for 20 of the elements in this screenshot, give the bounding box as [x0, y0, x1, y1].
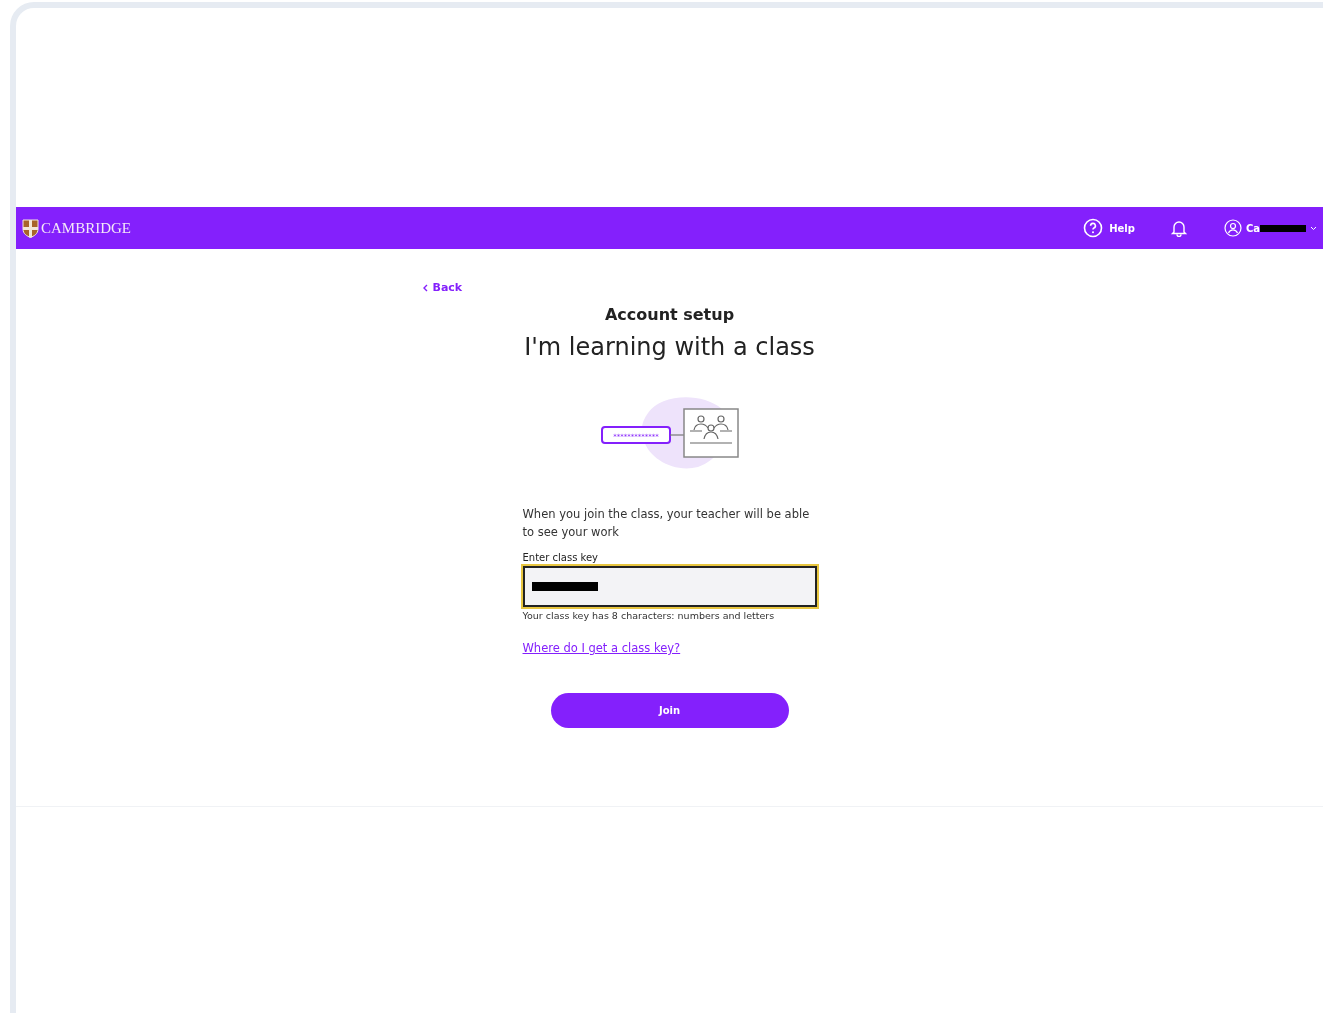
- bell-icon[interactable]: [1169, 219, 1188, 237]
- redaction-bar: [1260, 224, 1306, 232]
- page-title: I'm learning with a class: [524, 332, 815, 363]
- class-key-help-link[interactable]: Where do I get a class key?: [522, 640, 817, 658]
- field-hint: Your class key has 8 characters: numbers and letters: [522, 609, 776, 623]
- join-button[interactable]: Join: [550, 692, 789, 728]
- join-description: When you join the class, your teacher will be able to see your work: [522, 506, 811, 541]
- field-label: Enter class key: [522, 551, 600, 565]
- chevron-left-icon: [422, 284, 428, 292]
- help-icon: [1083, 218, 1104, 238]
- help-button[interactable]: Help: [1083, 218, 1135, 238]
- class-key-input[interactable]: [522, 566, 817, 607]
- redaction-bar: [531, 582, 598, 591]
- page-subtitle: Account setup: [604, 304, 735, 326]
- brand-name: CAMBRIDGE: [41, 218, 131, 238]
- back-link[interactable]: Back: [422, 279, 463, 297]
- user-icon: [1223, 219, 1242, 237]
- shield-logo-icon: [22, 218, 39, 238]
- user-menu-button[interactable]: Ca: [1223, 219, 1317, 237]
- chevron-down-icon: [1310, 225, 1317, 231]
